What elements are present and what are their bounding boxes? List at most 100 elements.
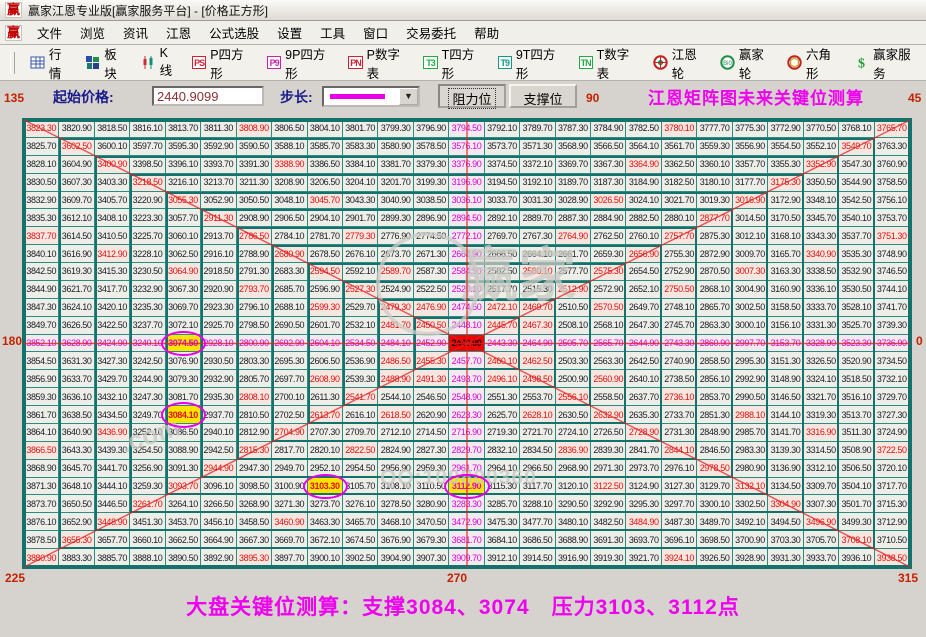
- matrix-cell-r19c17: 2973.70: [626, 459, 662, 478]
- matrix-cell-r18c17: 2841.70: [626, 441, 662, 460]
- matrix-cell-r8c1: 3619.30: [59, 263, 95, 281]
- matrix-cell-r17c16: 2726.50: [591, 423, 627, 442]
- matrix-cell-r17c17: 2728.90: [626, 423, 662, 442]
- matrix-cell-r16c6: 2810.50: [236, 406, 273, 424]
- toolbar-button-江恩轮[interactable]: 江恩轮: [646, 48, 713, 81]
- matrix-cell-r8c16: 2575.30: [591, 263, 627, 281]
- matrix-cell-r11c18: 2745.70: [661, 316, 698, 335]
- matrix-cell-r1c17: 3564.10: [626, 137, 662, 156]
- matrix-cell-r16c14: 2628.10: [520, 406, 556, 424]
- matrix-cell-r3c23: 3544.90: [839, 173, 875, 192]
- support-button[interactable]: 支撑位: [509, 84, 577, 108]
- matrix-cell-r14c18: 2738.50: [661, 370, 698, 389]
- matrix-cell-r7c8: 2678.50: [307, 245, 343, 264]
- matrix-cell-r7c1: 3616.90: [59, 245, 95, 264]
- matrix-cell-r24c5: 3892.90: [201, 549, 237, 567]
- menu-item-窗口[interactable]: 窗口: [354, 21, 397, 44]
- matrix-cell-r7c6: 2788.90: [236, 245, 273, 264]
- toolbar-button-六角形[interactable]: 六角形: [780, 48, 847, 81]
- menu-item-设置[interactable]: 设置: [268, 21, 311, 44]
- toolbar-button-板块[interactable]: 板块: [78, 48, 133, 81]
- matrix-cell-r23c0: 3878.50: [24, 531, 60, 550]
- toolbar-button-9T四方形[interactable]: T9 9T四方形: [491, 48, 572, 81]
- matrix-cell-r5c5: 2911.30: [201, 209, 237, 228]
- matrix-cell-r18c5: 2942.50: [201, 441, 237, 460]
- matrix-cell-r24c6: 3895.30: [236, 549, 273, 567]
- matrix-cell-r10c9: 2529.70: [342, 298, 379, 317]
- matrix-cell-r15c19: 2853.70: [697, 388, 733, 407]
- matrix-cell-r6c22: 3343.30: [803, 227, 840, 246]
- matrix-cell-r21c23: 3501.70: [839, 495, 875, 514]
- matrix-cell-r0c12: 3794.50: [449, 120, 485, 138]
- matrix-cell-r7c22: 3340.90: [803, 245, 840, 264]
- matrix-cell-r18c13: 2832.10: [484, 441, 521, 460]
- matrix-cell-r22c20: 3492.10: [732, 513, 769, 532]
- menu-item-交易委托[interactable]: 交易委托: [397, 21, 465, 44]
- matrix-cell-r23c10: 3676.90: [378, 531, 414, 550]
- matrix-cell-r8c5: 2918.50: [201, 263, 237, 281]
- toolbar-button-P四方形[interactable]: PS P四方形: [185, 48, 260, 81]
- resistance-button[interactable]: 阻力位: [438, 84, 506, 109]
- matrix-cell-r18c6: 2815.30: [236, 441, 273, 460]
- toolbar-button-赢家服务[interactable]: $ 赢家服务: [847, 48, 926, 81]
- matrix-cell-r5c10: 2899.30: [378, 209, 414, 228]
- matrix-cell-r0c10: 3799.30: [378, 120, 414, 138]
- matrix-cell-r22c8: 3463.30: [307, 513, 343, 532]
- matrix-cell-r11c16: 2568.10: [591, 316, 627, 335]
- matrix-cell-r23c21: 3703.30: [768, 531, 804, 550]
- matrix-cell-r15c22: 3321.70: [803, 388, 840, 407]
- matrix-cell-r20c23: 3504.10: [839, 477, 875, 496]
- toolbar-button-行情[interactable]: 行情: [23, 48, 78, 81]
- toolbar-button-T四方形[interactable]: T3 T四方形: [416, 48, 490, 81]
- menu-item-工具[interactable]: 工具: [311, 21, 354, 44]
- matrix-cell-r14c8: 2608.90: [307, 370, 343, 389]
- matrix-cell-r5c9: 2901.70: [342, 209, 379, 228]
- matrix-cell-r19c21: 3136.90: [768, 459, 804, 478]
- matrix-cell-r14c3: 3244.90: [130, 370, 166, 389]
- toolbar-button-9P四方形[interactable]: P9 9P四方形: [260, 48, 341, 81]
- matrix-cell-r20c20: 3132.10: [732, 477, 769, 496]
- matrix-cell-r19c15: 2968.90: [555, 459, 592, 478]
- matrix-cell-r3c2: 3403.30: [94, 173, 131, 192]
- matrix-cell-r16c12: 2623.30: [449, 406, 485, 424]
- matrix-cell-r15c23: 3516.10: [839, 388, 875, 407]
- matrix-cell-r23c20: 3700.90: [732, 531, 769, 550]
- toolbar-button-K线[interactable]: K线: [134, 46, 185, 78]
- menu-item-江恩[interactable]: 江恩: [157, 21, 200, 44]
- toolbar-button-赢家轮[interactable]: Bi0 赢家轮: [713, 48, 780, 81]
- start-price-input[interactable]: [152, 86, 264, 106]
- matrix-cell-r24c9: 3902.50: [342, 549, 379, 567]
- matrix-cell-r23c3: 3660.10: [130, 531, 166, 550]
- menu-item-公式选股[interactable]: 公式选股: [200, 21, 268, 44]
- matrix-cell-r21c18: 3297.70: [661, 495, 698, 514]
- matrix-cell-r16c5: 2937.70: [201, 406, 237, 424]
- toolbar-button-P数字表[interactable]: PN P数字表: [341, 48, 416, 81]
- toolbar-label: 板块: [104, 47, 117, 81]
- matrix-cell-r3c5: 3213.70: [201, 173, 237, 192]
- menu-item-浏览[interactable]: 浏览: [71, 21, 114, 44]
- dropdown-arrow-icon[interactable]: ▼: [399, 88, 418, 105]
- toolbar-label: 行情: [48, 47, 62, 81]
- matrix-cell-r22c15: 3480.10: [555, 513, 592, 532]
- menu-item-资讯[interactable]: 资讯: [114, 21, 157, 44]
- matrix-cell-r22c11: 3470.50: [413, 513, 450, 532]
- matrix-cell-r21c16: 3292.90: [591, 495, 627, 514]
- matrix-cell-r1c21: 3554.50: [768, 137, 804, 156]
- matrix-cell-r2c5: 3393.70: [201, 155, 237, 174]
- matrix-cell-r3c10: 3201.70: [378, 173, 414, 192]
- matrix-cell-r23c7: 3669.70: [272, 531, 308, 550]
- step-select[interactable]: ▼: [322, 86, 420, 107]
- matrix-cell-r21c4: 3264.10: [165, 495, 202, 514]
- matrix-cell-r19c18: 2976.10: [661, 459, 698, 478]
- matrix-cell-r7c11: 2671.30: [413, 245, 450, 264]
- matrix-cell-r13c10: 2486.50: [378, 352, 414, 371]
- menu-item-文件[interactable]: 文件: [28, 21, 71, 44]
- matrix-cell-r14c0: 3856.90: [24, 370, 60, 389]
- matrix-cell-r24c7: 3897.70: [272, 549, 308, 567]
- matrix-cell-r13c1: 3631.30: [59, 352, 95, 371]
- matrix-cell-r24c3: 3888.10: [130, 549, 166, 567]
- matrix-cell-r19c2: 3441.70: [94, 459, 131, 478]
- menu-item-帮助[interactable]: 帮助: [465, 21, 508, 44]
- toolbar-button-T数字表[interactable]: TN T数字表: [572, 48, 646, 81]
- matrix-cell-r14c17: 2640.10: [626, 370, 662, 389]
